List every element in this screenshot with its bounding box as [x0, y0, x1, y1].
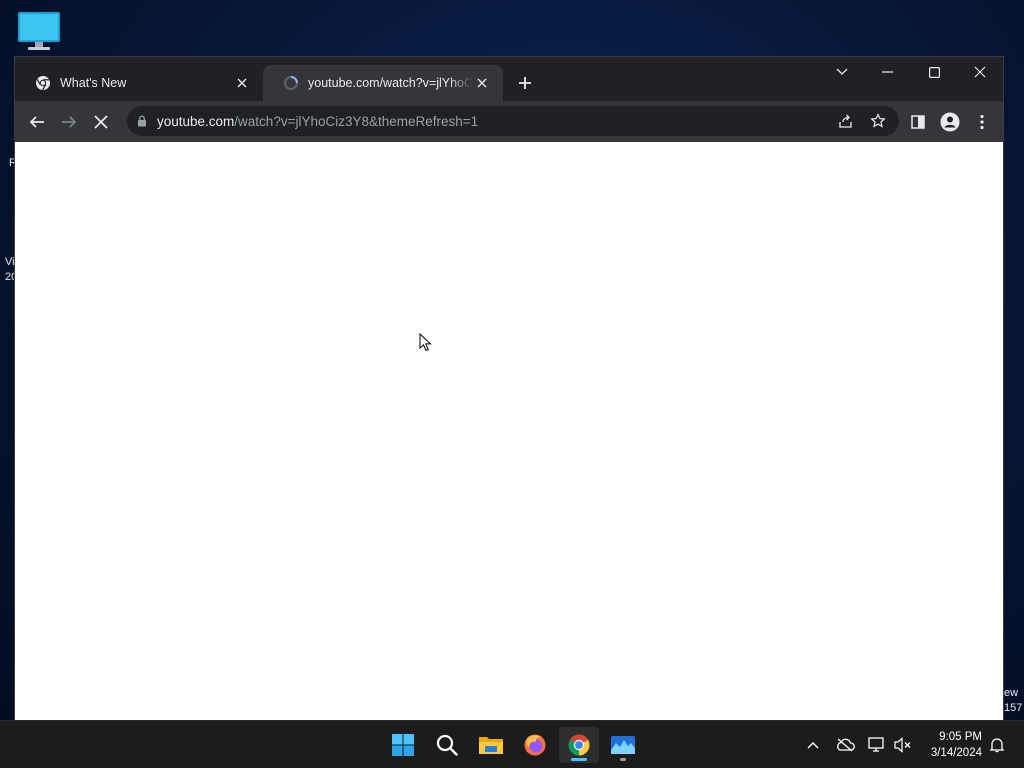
- onedrive-tray-button[interactable]: [833, 733, 857, 757]
- page-content-area[interactable]: [15, 142, 1003, 720]
- stop-icon: [94, 115, 108, 129]
- volume-tray-button[interactable]: [891, 733, 915, 757]
- chrome-taskbar-button[interactable]: [559, 727, 599, 763]
- tab-whats-new[interactable]: What's New: [15, 65, 263, 101]
- share-icon: [839, 114, 852, 128]
- profile-button[interactable]: [937, 109, 963, 135]
- arrow-right-icon: [62, 116, 77, 128]
- start-button[interactable]: [383, 727, 423, 763]
- share-button[interactable]: [834, 109, 858, 133]
- this-pc-desktop-icon[interactable]: [16, 10, 62, 52]
- bell-icon: [989, 738, 1005, 753]
- taskbar-search-button[interactable]: [427, 727, 467, 763]
- chevron-up-icon: [807, 742, 819, 749]
- tab-title: What's New: [60, 76, 127, 90]
- firefox-button[interactable]: [515, 727, 555, 763]
- network-icon: [868, 737, 884, 752]
- arrow-left-icon: [29, 116, 44, 128]
- file-explorer-button[interactable]: [471, 727, 511, 763]
- stop-loading-button[interactable]: [88, 109, 114, 135]
- tab-title: youtube.com/watch?v=jlYhoCiz3Y8: [308, 76, 473, 90]
- show-hidden-icons-button[interactable]: [801, 733, 825, 757]
- tab-strip: What's New youtube.com/watch?v=jlYhoCiz3…: [15, 57, 1003, 101]
- clock-date: 3/14/2024: [930, 747, 982, 759]
- profile-avatar-icon: [940, 112, 960, 132]
- folder-icon: [479, 737, 503, 754]
- loading-spinner-icon: [284, 76, 298, 90]
- running-app-indicator: [620, 758, 626, 761]
- chrome-icon: [568, 734, 590, 756]
- url-text: youtube.com/watch?v=jlYhoCiz3Y8&themeRef…: [157, 114, 478, 129]
- browser-toolbar: youtube.com/watch?v=jlYhoCiz3Y8&themeRef…: [15, 101, 1003, 142]
- monitor-app-button[interactable]: [603, 727, 643, 763]
- bookmark-button[interactable]: [866, 109, 890, 133]
- back-button[interactable]: [24, 109, 50, 135]
- taskbar: 9:05 PM 3/14/2024: [0, 720, 1024, 768]
- cloud-offline-icon: [837, 738, 855, 752]
- tab-search-button[interactable]: [819, 57, 865, 87]
- plus-icon: [519, 77, 531, 89]
- network-tray-button[interactable]: [865, 733, 889, 757]
- firefox-icon: [524, 734, 546, 756]
- monitor-app-icon: [611, 736, 635, 754]
- taskbar-clock[interactable]: 9:05 PM 3/14/2024: [931, 729, 982, 761]
- tab-youtube[interactable]: youtube.com/watch?v=jlYhoCiz3Y8: [263, 65, 503, 101]
- three-dot-menu-icon: [980, 114, 984, 130]
- minimize-icon: [882, 71, 893, 73]
- forward-button[interactable]: [56, 109, 82, 135]
- url-path: /watch?v=jlYhoCiz3Y8&themeRefresh=1: [234, 113, 479, 129]
- search-icon: [436, 734, 458, 756]
- close-icon: [974, 66, 986, 78]
- chevron-down-icon: [836, 68, 848, 75]
- chrome-menu-button[interactable]: [969, 109, 995, 135]
- side-panel-icon: [911, 115, 925, 129]
- windows-start-icon: [392, 734, 414, 756]
- lock-icon[interactable]: [137, 115, 147, 127]
- maximize-button[interactable]: [911, 57, 957, 87]
- address-bar[interactable]: youtube.com/watch?v=jlYhoCiz3Y8&themeRef…: [127, 106, 899, 136]
- close-tab-icon[interactable]: [233, 74, 251, 92]
- side-panel-button[interactable]: [905, 109, 931, 135]
- mouse-cursor-icon: [419, 333, 432, 352]
- new-tab-button[interactable]: [513, 71, 537, 95]
- close-tab-icon[interactable]: [473, 74, 491, 92]
- browser-window: What's New youtube.com/watch?v=jlYhoCiz3…: [14, 56, 1004, 720]
- url-host: youtube.com: [157, 113, 235, 129]
- maximize-icon: [928, 66, 940, 78]
- clock-time: 9:05 PM: [939, 731, 982, 743]
- minimize-button[interactable]: [865, 57, 911, 87]
- notifications-button[interactable]: [985, 733, 1009, 757]
- chrome-favicon-icon: [36, 76, 50, 91]
- volume-muted-icon: [894, 737, 911, 753]
- desktop-icon-label-fragment: ew 157: [1004, 687, 1023, 714]
- star-icon: [870, 113, 886, 128]
- close-window-button[interactable]: [957, 57, 1003, 87]
- active-app-indicator: [571, 758, 587, 761]
